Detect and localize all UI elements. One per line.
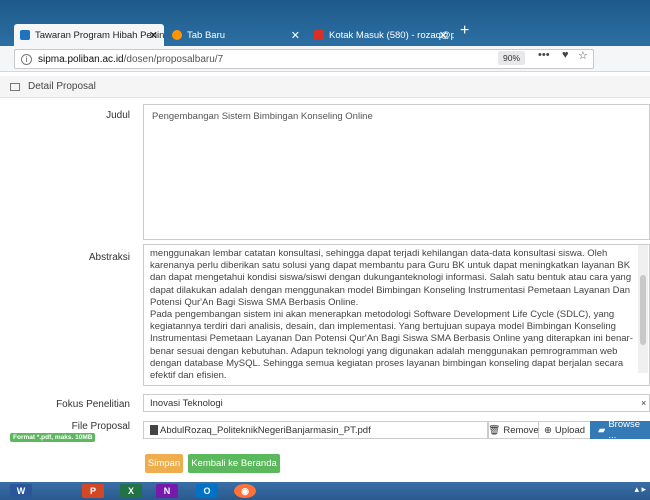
- folder-open-icon: ▰: [598, 424, 606, 436]
- file-label: File Proposal: [71, 421, 130, 432]
- file-icon: [150, 425, 158, 435]
- browser-nav-bar: i sipma.poliban.ac.id/dosen/proposalbaru…: [0, 46, 650, 72]
- browser-tab-bar: Tawaran Program Hibah Penin ✕ Tab Baru ✕…: [0, 0, 650, 46]
- simpan-button[interactable]: Simpan: [145, 454, 183, 473]
- bookmark-star-icon[interactable]: ☆: [578, 49, 588, 62]
- upload-icon: ⊕: [543, 424, 552, 436]
- os-taskbar: W P X N O ◉ ▴ ▸: [0, 482, 650, 500]
- tab-title: Kotak Masuk (580) - rozaq@po: [329, 29, 454, 41]
- url-path: /dosen/proposalbaru/7: [123, 53, 224, 65]
- powerpoint-icon[interactable]: P: [82, 484, 104, 498]
- tab-baru[interactable]: Tab Baru ✕: [166, 24, 306, 46]
- site-info-icon[interactable]: i: [21, 53, 32, 65]
- zoom-level[interactable]: 90%: [498, 51, 526, 65]
- new-tab-button[interactable]: +: [460, 22, 469, 40]
- file-format-badge: Format *.pdf, maks. 10MB: [10, 433, 96, 442]
- fokus-value: Inovasi Teknologi: [150, 397, 223, 409]
- remove-button[interactable]: 🗑 Remove: [488, 421, 539, 439]
- panel-header: Detail Proposal: [0, 76, 650, 98]
- tab-title: Tab Baru: [187, 29, 226, 41]
- file-caption: AbdulRozaq_PoliteknikNegeriBanjarmasin_P…: [143, 421, 488, 439]
- fokus-select[interactable]: Inovasi Teknologi: [143, 394, 650, 412]
- browse-button[interactable]: ▰ Browse ...: [590, 419, 650, 441]
- tab-favicon-icon: [20, 30, 30, 40]
- trash-icon: 🗑: [488, 424, 501, 436]
- judul-label: Judul: [106, 110, 130, 121]
- kembali-button[interactable]: Kembali ke Beranda: [188, 454, 280, 473]
- word-icon[interactable]: W: [10, 484, 32, 498]
- judul-value: Pengembangan Sistem Bimbingan Konseling …: [152, 111, 373, 122]
- firefox-favicon-icon: [172, 30, 182, 40]
- upload-button[interactable]: ⊕ Upload: [538, 421, 590, 439]
- onenote-icon[interactable]: N: [156, 484, 178, 498]
- tab-kotak-masuk[interactable]: Kotak Masuk (580) - rozaq@po ✕: [308, 24, 454, 46]
- close-tab-icon[interactable]: ✕: [439, 29, 448, 42]
- file-name: AbdulRozaq_PoliteknikNegeriBanjarmasin_P…: [160, 424, 371, 436]
- abstraksi-label: Abstraksi: [88, 252, 130, 263]
- gmail-favicon-icon: [314, 30, 324, 40]
- panel-title: Detail Proposal: [28, 81, 96, 92]
- outlook-icon[interactable]: O: [196, 484, 218, 498]
- tab-title: Tawaran Program Hibah Penin: [35, 29, 164, 41]
- url-domain: sipma.poliban.ac.id: [38, 53, 124, 65]
- abstraksi-scrollbar[interactable]: [638, 245, 648, 373]
- close-tab-icon[interactable]: ✕: [149, 29, 158, 42]
- pocket-icon[interactable]: ♥: [562, 49, 569, 61]
- close-tab-icon[interactable]: ✕: [291, 29, 300, 42]
- firefox-icon[interactable]: ◉: [234, 484, 256, 498]
- clear-selection-icon[interactable]: ×: [641, 398, 646, 408]
- excel-icon[interactable]: X: [120, 484, 142, 498]
- fokus-label: Fokus Penelitian: [56, 399, 130, 410]
- scrollbar-thumb[interactable]: [640, 275, 646, 345]
- system-tray-icon[interactable]: ▴ ▸: [634, 484, 646, 495]
- tab-hibah[interactable]: Tawaran Program Hibah Penin ✕: [14, 24, 164, 46]
- document-icon: [10, 82, 20, 91]
- abstraksi-value: menggunakan lembar catatan konsultasi, s…: [150, 248, 633, 382]
- judul-textarea[interactable]: Pengembangan Sistem Bimbingan Konseling …: [143, 104, 650, 240]
- more-actions-icon[interactable]: •••: [538, 49, 550, 61]
